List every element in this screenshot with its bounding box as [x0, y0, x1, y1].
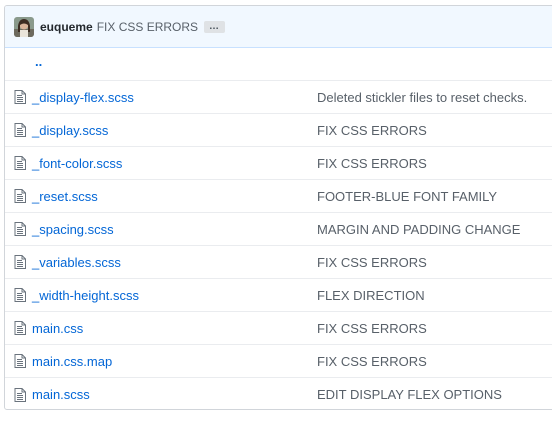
- commit-message[interactable]: FIX CSS ERRORS: [97, 20, 198, 34]
- avatar[interactable]: [14, 16, 34, 37]
- file-icon: [14, 255, 26, 269]
- file-commit-message[interactable]: FIX CSS ERRORS: [317, 354, 427, 369]
- file-row[interactable]: main.css.map FIX CSS ERRORS: [5, 345, 552, 378]
- file-name-link[interactable]: _display.scss: [32, 123, 317, 138]
- file-browser: euqueme FIX CSS ERRORS … .. _display-fle…: [4, 5, 552, 410]
- file-icon: [14, 321, 26, 335]
- file-row[interactable]: main.scss EDIT DISPLAY FLEX OPTIONS: [5, 378, 552, 409]
- file-commit-message[interactable]: MARGIN AND PADDING CHANGE: [317, 222, 520, 237]
- file-row[interactable]: _display.scss FIX CSS ERRORS: [5, 114, 552, 147]
- file-name-link[interactable]: main.css: [32, 321, 317, 336]
- file-row[interactable]: _spacing.scss MARGIN AND PADDING CHANGE: [5, 213, 552, 246]
- file-icon: [14, 123, 26, 137]
- file-commit-message[interactable]: FLEX DIRECTION: [317, 288, 425, 303]
- file-row[interactable]: _display-flex.scss Deleted stickler file…: [5, 81, 552, 114]
- file-name-link[interactable]: _spacing.scss: [32, 222, 317, 237]
- file-row[interactable]: _variables.scss FIX CSS ERRORS: [5, 246, 552, 279]
- file-row[interactable]: _reset.scss FOOTER-BLUE FONT FAMILY: [5, 180, 552, 213]
- expand-commit-button[interactable]: …: [204, 20, 226, 33]
- file-name-link[interactable]: _width-height.scss: [32, 288, 317, 303]
- file-commit-message[interactable]: FIX CSS ERRORS: [317, 321, 427, 336]
- file-commit-message[interactable]: FIX CSS ERRORS: [317, 123, 427, 138]
- file-commit-message[interactable]: FIX CSS ERRORS: [317, 156, 427, 171]
- file-name-link[interactable]: _font-color.scss: [32, 156, 317, 171]
- file-name-link[interactable]: main.css.map: [32, 354, 317, 369]
- file-icon: [14, 354, 26, 368]
- parent-directory-link[interactable]: ..: [35, 54, 42, 69]
- file-name-link[interactable]: main.scss: [32, 387, 317, 402]
- file-icon: [14, 222, 26, 236]
- file-name-link[interactable]: _reset.scss: [32, 189, 317, 204]
- file-icon: [14, 387, 26, 402]
- file-icon: [14, 156, 26, 170]
- file-name-link[interactable]: _display-flex.scss: [32, 90, 317, 105]
- commit-author[interactable]: euqueme: [40, 20, 93, 34]
- latest-commit-bar: euqueme FIX CSS ERRORS …: [5, 6, 552, 48]
- file-commit-message[interactable]: FIX CSS ERRORS: [317, 255, 427, 270]
- file-row[interactable]: main.css FIX CSS ERRORS: [5, 312, 552, 345]
- file-commit-message[interactable]: FOOTER-BLUE FONT FAMILY: [317, 189, 497, 204]
- file-row[interactable]: _width-height.scss FLEX DIRECTION: [5, 279, 552, 312]
- file-icon: [14, 90, 26, 104]
- parent-directory-row[interactable]: ..: [5, 48, 552, 81]
- file-commit-message[interactable]: Deleted stickler files to reset checks.: [317, 90, 527, 105]
- file-name-link[interactable]: _variables.scss: [32, 255, 317, 270]
- file-icon: [14, 189, 26, 203]
- file-icon: [14, 288, 26, 302]
- file-commit-message[interactable]: EDIT DISPLAY FLEX OPTIONS: [317, 387, 502, 402]
- file-row[interactable]: _font-color.scss FIX CSS ERRORS: [5, 147, 552, 180]
- file-list: .. _display-flex.scss Deleted stickler f…: [5, 48, 552, 409]
